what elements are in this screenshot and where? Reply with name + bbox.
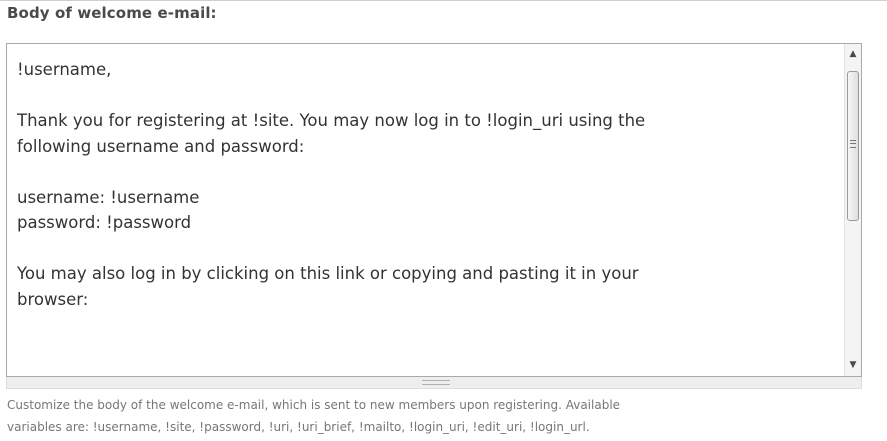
email-body-text[interactable]: !username, Thank you for registering at … — [17, 57, 837, 312]
grip-icon — [850, 140, 856, 148]
email-body-textarea[interactable]: !username, Thank you for registering at … — [6, 43, 862, 377]
field-description: Customize the body of the welcome e-mail… — [7, 394, 887, 438]
description-line-1: Customize the body of the welcome e-mail… — [7, 398, 621, 412]
field-label: Body of welcome e-mail: — [7, 4, 217, 22]
resize-handle-icon — [422, 380, 450, 385]
scrollbar-thumb[interactable] — [847, 71, 859, 221]
vertical-scrollbar[interactable]: ▲ ▼ — [844, 44, 861, 376]
description-line-2: variables are: !username, !site, !passwo… — [7, 420, 590, 434]
resize-grippie[interactable] — [6, 377, 862, 389]
arrow-up-icon[interactable]: ▲ — [845, 46, 861, 63]
arrow-down-icon[interactable]: ▼ — [845, 357, 861, 374]
